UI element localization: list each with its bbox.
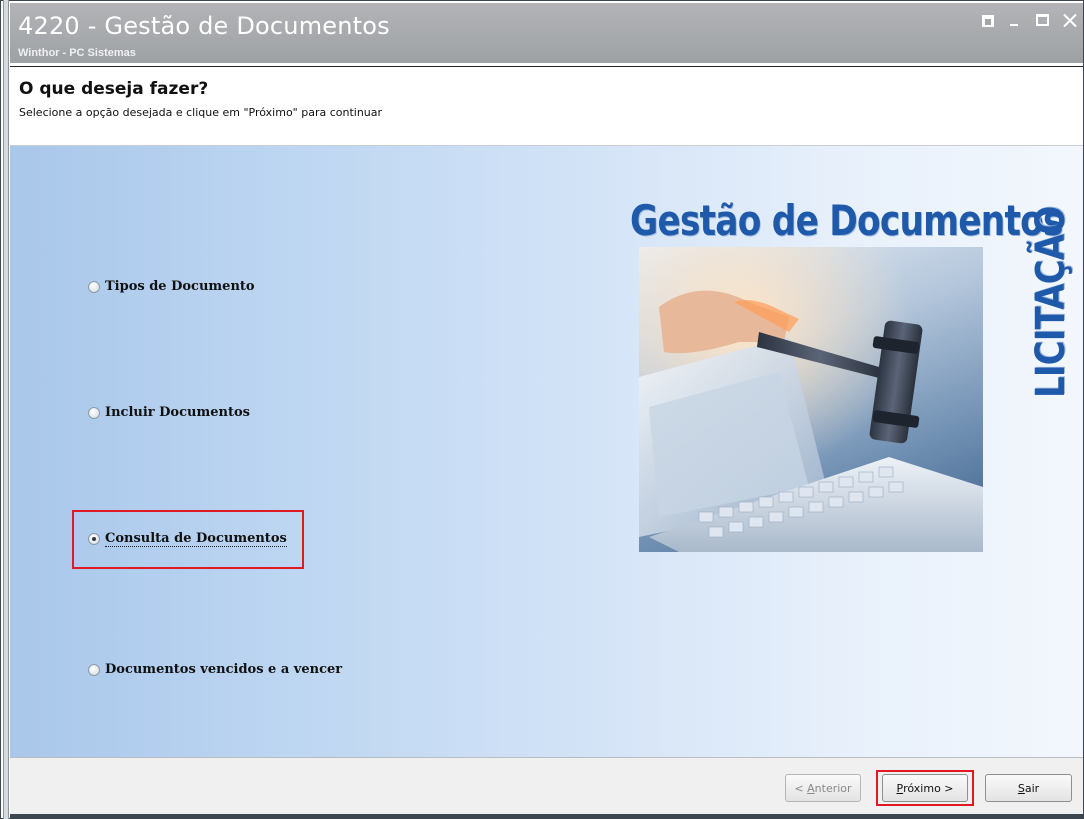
option-label: Tipos de Documento	[105, 279, 255, 294]
restore-icon[interactable]	[982, 15, 994, 27]
maximize-icon[interactable]	[1036, 14, 1049, 26]
window-controls	[982, 13, 1077, 27]
next-label: róximo >	[903, 781, 954, 795]
previous-accel: A	[807, 781, 815, 795]
wizard-footer: < Anterior Próximo > Sair	[10, 757, 1083, 814]
radio-button[interactable]	[88, 663, 100, 676]
option-label: Documentos vencidos e a vencer	[105, 662, 343, 677]
radio-button[interactable]	[88, 406, 100, 419]
selection-highlight	[72, 510, 304, 569]
gavel-keyboard-image	[639, 247, 983, 552]
exit-accel: S	[1017, 781, 1025, 795]
previous-prefix: <	[794, 781, 808, 795]
app-subtitle: Winthor - PC Sistemas	[18, 47, 136, 59]
close-icon[interactable]	[1063, 13, 1077, 27]
app-title: 4220 - Gestão de Documentos	[18, 12, 390, 40]
gavel-illustration	[639, 247, 983, 552]
page-instruction: Selecione a opção desejada e clique em "…	[19, 106, 383, 119]
wizard-content: Tipos de Documento Incluir Documentos Co…	[10, 145, 1083, 757]
wizard-header: O que deseja fazer? Selecione a opção de…	[10, 66, 1083, 144]
page-title: O que deseja fazer?	[19, 79, 209, 99]
option-tipos-de-documento[interactable]: Tipos de Documento	[88, 279, 255, 294]
window-left-edge	[3, 0, 9, 819]
next-button[interactable]: Próximo >	[882, 774, 968, 802]
option-incluir-documentos[interactable]: Incluir Documentos	[88, 405, 250, 420]
radio-button[interactable]	[88, 280, 100, 293]
window-bottom-border	[10, 814, 1083, 819]
option-documentos-vencidos[interactable]: Documentos vencidos e a vencer	[88, 662, 342, 677]
exit-button[interactable]: Sair	[985, 774, 1072, 802]
minimize-icon[interactable]	[1008, 13, 1022, 27]
title-bar[interactable]: 4220 - Gestão de Documentos Winthor - PC…	[10, 3, 1083, 63]
previous-label: nterior	[814, 781, 852, 795]
exit-label: air	[1024, 781, 1040, 795]
illustration-side-text: LICITAÇÃO	[1028, 206, 1074, 398]
next-accel: P	[896, 781, 904, 795]
previous-button[interactable]: < Anterior	[785, 774, 861, 802]
illustration-title: Gestão de Documentos	[630, 196, 1063, 245]
option-label: Incluir Documentos	[105, 405, 250, 420]
